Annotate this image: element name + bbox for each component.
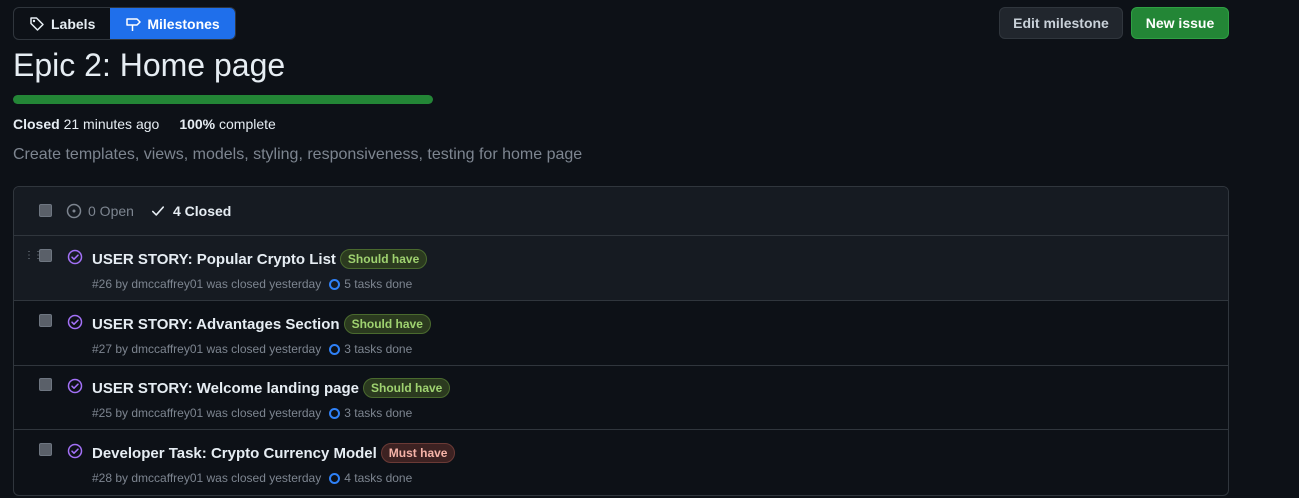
task-progress-icon (329, 278, 341, 290)
issue-checkbox[interactable] (39, 443, 52, 456)
priority-label[interactable]: Should have (343, 314, 431, 334)
open-filter[interactable]: 0 Open (66, 203, 134, 219)
progress-bar (13, 95, 433, 104)
issue-meta-text: #27 by dmccaffrey01 was closed yesterday (92, 342, 322, 356)
issue-open-icon (66, 203, 82, 219)
issue-meta: #26 by dmccaffrey01 was closed yesterday… (92, 277, 412, 291)
check-icon (151, 206, 165, 216)
issue-closed-icon (67, 443, 83, 459)
closed-count: 4 Closed (173, 203, 232, 219)
progress-bar-fill (13, 95, 433, 104)
complete-label: complete (219, 116, 276, 132)
closed-filter[interactable]: 4 Closed (151, 203, 231, 219)
issue-row[interactable]: Developer Task: Crypto Currency Model Mu… (14, 430, 1228, 494)
closed-status: Closed 21 minutes ago (13, 116, 159, 132)
issue-meta: #27 by dmccaffrey01 was closed yesterday… (92, 342, 412, 356)
issue-title-link[interactable]: Developer Task: Crypto Currency Model Mu… (92, 443, 456, 463)
closed-label: Closed (13, 116, 60, 132)
issue-title: USER STORY: Advantages Section (92, 315, 340, 333)
task-progress-icon (329, 407, 341, 419)
tasks-text: 4 tasks done (344, 471, 413, 485)
priority-label[interactable]: Should have (339, 249, 428, 269)
milestone-status: Closed 21 minutes ago 100% complete (13, 116, 276, 132)
issue-meta-text: #25 by dmccaffrey01 was closed yesterday (92, 406, 322, 420)
issue-row[interactable]: USER STORY: Welcome landing page Should … (14, 365, 1228, 430)
labels-tab[interactable]: Labels (14, 8, 110, 39)
closed-time: 21 minutes ago (63, 116, 160, 132)
issue-title: Developer Task: Crypto Currency Model (92, 444, 377, 462)
issue-meta: #28 by dmccaffrey01 was closed yesterday… (92, 471, 412, 485)
milestone-icon (126, 17, 142, 31)
labels-milestones-nav: Labels Milestones (13, 7, 236, 40)
issue-title-link[interactable]: USER STORY: Advantages Section Should ha… (92, 314, 431, 334)
issue-meta-text: #26 by dmccaffrey01 was closed yesterday (92, 277, 322, 291)
tasks-progress: 4 tasks done (329, 471, 412, 485)
issue-meta: #25 by dmccaffrey01 was closed yesterday… (92, 406, 412, 420)
new-issue-button[interactable]: New issue (1131, 7, 1229, 39)
issue-checkbox[interactable] (39, 314, 52, 327)
issue-closed-icon (67, 249, 83, 265)
tag-icon (30, 16, 44, 31)
complete-percent: 100% (179, 116, 216, 132)
tasks-text: 3 tasks done (344, 342, 413, 356)
issue-row[interactable]: ⋮⋮ USER STORY: Popular Crypto List Shoul… (14, 236, 1228, 301)
tasks-progress: 3 tasks done (329, 342, 412, 356)
issues-list-header: 0 Open 4 Closed (14, 187, 1228, 236)
tasks-text: 5 tasks done (344, 277, 413, 291)
task-progress-icon (329, 343, 341, 355)
tasks-progress: 3 tasks done (329, 406, 412, 420)
milestones-tab[interactable]: Milestones (110, 8, 235, 39)
milestone-description: Create templates, views, models, styling… (13, 146, 583, 163)
issue-meta-text: #28 by dmccaffrey01 was closed yesterday (92, 471, 322, 485)
open-count: 0 Open (88, 203, 134, 219)
labels-tab-label: Labels (51, 15, 96, 32)
issue-title: USER STORY: Popular Crypto List (92, 250, 336, 268)
issues-list: 0 Open 4 Closed ⋮⋮ USER STORY: Popular C… (13, 186, 1229, 496)
milestones-tab-label: Milestones (147, 15, 220, 32)
milestone-title: Epic 2: Home page (13, 47, 286, 83)
priority-label[interactable]: Must have (380, 443, 456, 463)
issue-row[interactable]: USER STORY: Advantages Section Should ha… (14, 301, 1228, 366)
issue-closed-icon (67, 314, 83, 330)
tasks-progress: 5 tasks done (329, 277, 412, 291)
issue-checkbox[interactable] (39, 249, 52, 262)
completion-status: 100% complete (179, 116, 276, 132)
issue-closed-icon (67, 378, 83, 394)
issue-title-link[interactable]: USER STORY: Welcome landing page Should … (92, 378, 451, 398)
task-progress-icon (329, 472, 341, 484)
issue-checkbox[interactable] (39, 378, 52, 391)
issue-title-link[interactable]: USER STORY: Popular Crypto List Should h… (92, 249, 428, 269)
select-all-checkbox[interactable] (39, 204, 52, 217)
tasks-text: 3 tasks done (344, 406, 413, 420)
edit-milestone-button[interactable]: Edit milestone (999, 7, 1123, 39)
issue-title: USER STORY: Welcome landing page (92, 379, 359, 397)
priority-label[interactable]: Should have (363, 378, 451, 398)
